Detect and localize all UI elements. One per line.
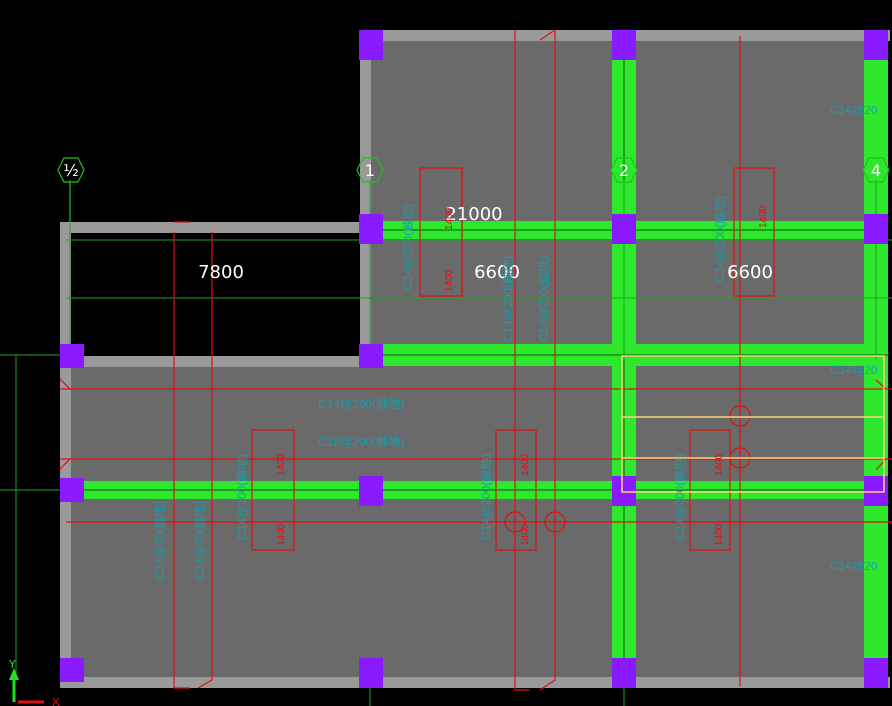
rebar-label[interactable]: C14@200(触地): [235, 454, 249, 540]
rebar-label[interactable]: C14@20(触地): [193, 500, 207, 580]
cad-drawing-canvas[interactable]: ½ 1 2 4 21000 7800 6600 6600 C14@20 C14@…: [0, 0, 892, 706]
rebar-label[interactable]: C14@200(触地): [537, 256, 551, 342]
small-dim-label: 1400: [276, 523, 287, 546]
column[interactable]: [864, 214, 888, 244]
rebar-label[interactable]: C14@20: [830, 559, 878, 573]
column[interactable]: [359, 214, 383, 244]
column[interactable]: [359, 344, 383, 368]
wall-bottom[interactable]: [60, 677, 890, 688]
dimension-span-right[interactable]: 6600: [727, 262, 773, 283]
axis-label-half: ½: [63, 161, 79, 180]
column[interactable]: [612, 658, 636, 688]
axis-label-4: 4: [871, 161, 881, 180]
column[interactable]: [612, 30, 636, 60]
column[interactable]: [60, 478, 84, 502]
rebar-label[interactable]: C16@200(触地): [318, 435, 404, 449]
rebar-label[interactable]: C14@20: [830, 103, 878, 117]
column[interactable]: [612, 476, 636, 506]
rebar-label[interactable]: C14@200(触地): [401, 204, 415, 290]
rebar-label[interactable]: C14@20: [830, 363, 878, 377]
wall-mid-left[interactable]: [66, 356, 366, 367]
axis-label-2: 2: [619, 161, 629, 180]
ucs-y-label: Y: [8, 658, 16, 671]
column[interactable]: [60, 658, 84, 682]
dimension-span-left[interactable]: 7800: [198, 262, 244, 283]
rebar-label[interactable]: C14@20(触地): [153, 500, 167, 580]
column[interactable]: [864, 658, 888, 688]
small-dim-label: 1400: [714, 523, 725, 546]
column[interactable]: [359, 30, 383, 60]
wall-top-left[interactable]: [60, 222, 366, 233]
axis-label-1: 1: [365, 161, 375, 180]
column[interactable]: [612, 214, 636, 244]
column[interactable]: [60, 344, 84, 368]
column[interactable]: [359, 658, 383, 688]
wall-left[interactable]: [60, 222, 71, 688]
rebar-label[interactable]: C14@200(触地): [318, 397, 404, 411]
column[interactable]: [864, 30, 888, 60]
ucs-x-label: X: [52, 696, 60, 706]
small-dim-label: 1400: [520, 453, 531, 476]
axis-bubble-half[interactable]: ½: [57, 157, 85, 222]
small-dim-label: 1400: [758, 205, 769, 228]
wall-axis1-upper[interactable]: [360, 30, 371, 360]
small-dim-label: 1400: [444, 269, 455, 292]
small-dim-label: 1400: [276, 453, 287, 476]
small-dim-label: 1400: [444, 207, 455, 230]
rebar-label[interactable]: C14@200(触地): [673, 454, 687, 540]
small-dim-label: 1400: [714, 453, 725, 476]
rebar-label[interactable]: C14@200(触地): [713, 196, 727, 282]
rebar-label[interactable]: C14@200(触地): [479, 454, 493, 540]
small-dim-label: 1400: [520, 523, 531, 546]
column[interactable]: [359, 476, 383, 506]
rebar-label[interactable]: C14@200(触地): [501, 256, 515, 342]
